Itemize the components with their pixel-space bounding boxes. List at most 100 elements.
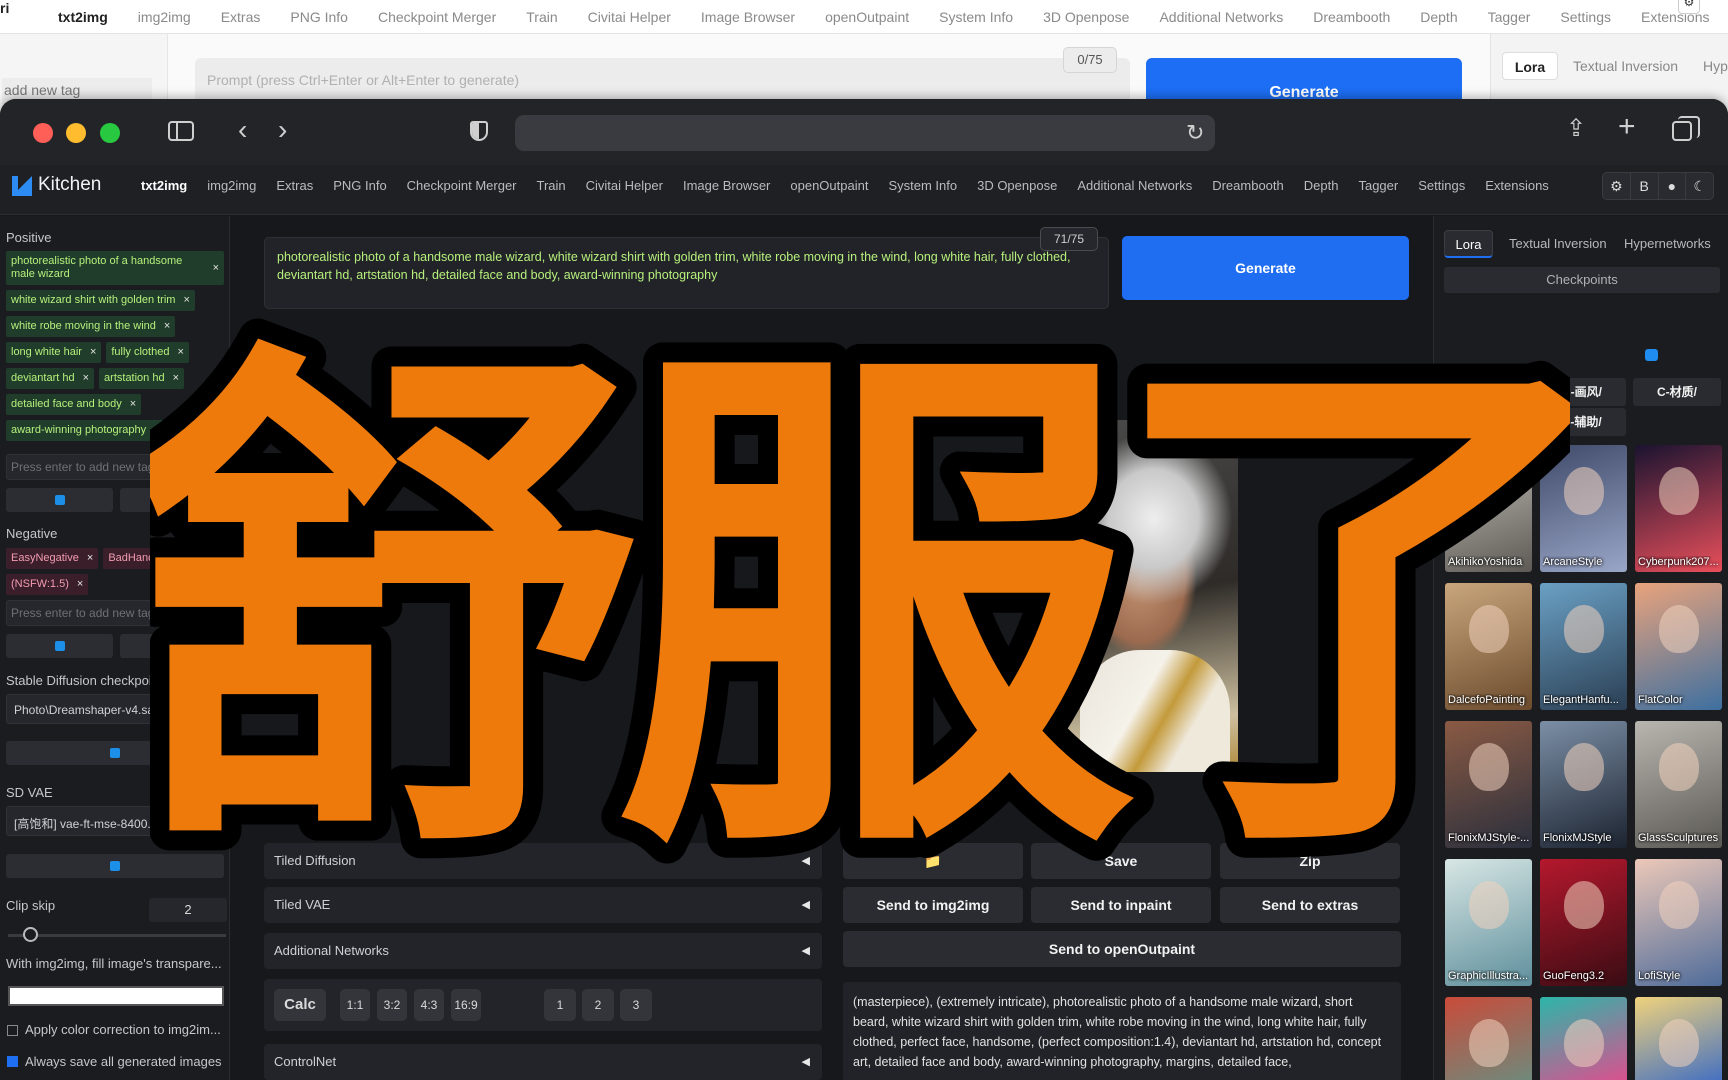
- ratio-button-3-2[interactable]: 3:2: [377, 989, 407, 1021]
- clip-skip-slider-thumb[interactable]: [22, 927, 38, 942]
- lora-card[interactable]: GlassSculptures: [1635, 721, 1722, 848]
- tab-extras[interactable]: Extras: [276, 178, 313, 193]
- section-tiled-vae[interactable]: Tiled VAE ◀: [264, 887, 822, 923]
- fill-color-picker[interactable]: [8, 986, 224, 1006]
- settings-icon[interactable]: ⚙: [1603, 173, 1631, 199]
- tab-extensions[interactable]: Extensions: [1485, 178, 1549, 193]
- github-icon[interactable]: ●: [1659, 173, 1687, 199]
- browser-titlebar: ‹ › ↻ ⇪ +: [0, 99, 1728, 165]
- ratio-button-16-9[interactable]: 16:9: [451, 989, 481, 1021]
- batch-button-3[interactable]: 3: [620, 989, 652, 1021]
- section-title: ControlNet: [274, 1054, 337, 1069]
- remove-tag-icon[interactable]: ×: [87, 552, 93, 565]
- positive-tag[interactable]: long white hair ×: [6, 342, 102, 363]
- positive-tag[interactable]: award-winning photography ×: [6, 420, 166, 441]
- positive-refresh-button[interactable]: [6, 488, 113, 512]
- negative-refresh-button[interactable]: [6, 634, 113, 658]
- tab-overview-icon[interactable]: [1672, 116, 1700, 141]
- clip-skip-input[interactable]: 2: [149, 898, 227, 922]
- window-minimize-button[interactable]: [66, 123, 86, 143]
- sidebar-toggle-icon[interactable]: [168, 121, 194, 141]
- section-controlnet[interactable]: ControlNet ◀: [264, 1044, 822, 1080]
- clip-skip-slider[interactable]: [8, 934, 226, 937]
- tab-img2img[interactable]: img2img: [207, 178, 256, 193]
- reload-icon[interactable]: ↻: [1186, 121, 1204, 145]
- send-to-extras-button[interactable]: Send to extras: [1220, 887, 1400, 923]
- address-bar[interactable]: [515, 115, 1215, 151]
- positive-tag[interactable]: detailed face and body ×: [6, 394, 142, 415]
- tab-train[interactable]: Train: [537, 178, 566, 193]
- tag-text: EasyNegative: [11, 552, 79, 564]
- tab-tagger[interactable]: Tagger: [1358, 178, 1398, 193]
- batch-button-2[interactable]: 2: [582, 989, 614, 1021]
- tab-hypernetworks[interactable]: Hypernetworks: [1624, 230, 1711, 258]
- tab-settings[interactable]: Settings: [1418, 178, 1465, 193]
- overlay-title: 舒服了: [105, 248, 1645, 931]
- send-to-openoutpaint-button[interactable]: Send to openOutpaint: [843, 931, 1401, 967]
- remove-tag-icon[interactable]: ×: [130, 398, 136, 411]
- lora-card[interactable]: FlatColor: [1635, 583, 1722, 710]
- lora-card-portrait: [1564, 1019, 1604, 1067]
- ratio-button-1-1[interactable]: 1:1: [340, 989, 370, 1021]
- tab-3d-openpose[interactable]: 3D Openpose: [977, 178, 1057, 193]
- tab-png-info[interactable]: PNG Info: [333, 178, 386, 193]
- calc-button[interactable]: Calc: [274, 989, 326, 1021]
- negative-tag[interactable]: (NSFW:1.5) ×: [6, 574, 89, 595]
- tab-civitai-helper[interactable]: Civitai Helper: [586, 178, 663, 193]
- folder-chip[interactable]: C-材质/: [1633, 378, 1721, 406]
- negative-tag[interactable]: EasyNegative ×: [6, 548, 99, 569]
- send-to-img2img-button[interactable]: Send to img2img: [843, 887, 1023, 923]
- section-additional-networks[interactable]: Additional Networks ◀: [264, 933, 822, 969]
- lora-card-title: GraphicIllustra...: [1448, 970, 1529, 982]
- always-save-checkbox[interactable]: [7, 1056, 18, 1067]
- tag-text: (NSFW:1.5): [11, 578, 69, 590]
- back-icon[interactable]: ‹: [238, 116, 247, 144]
- lora-card[interactable]: GraphicIllustra...: [1445, 859, 1532, 986]
- background-nav-item: Tagger: [1487, 8, 1531, 25]
- tag-text: award-winning photography: [11, 424, 147, 436]
- fill-transparency-label: With img2img, fill image's transpare...: [6, 956, 222, 971]
- tab-image-browser[interactable]: Image Browser: [683, 178, 770, 193]
- bold-icon[interactable]: B: [1631, 173, 1659, 199]
- background-nav-item: Dreambooth: [1313, 8, 1391, 25]
- remove-tag-icon[interactable]: ×: [77, 578, 83, 591]
- checkpoint-label: Stable Diffusion checkpoint: [6, 673, 163, 688]
- tab-system-info[interactable]: System Info: [888, 178, 957, 193]
- positive-tag[interactable]: deviantart hd ×: [6, 368, 95, 389]
- background-app-nav: ri txt2img img2img Extras PNG Info Check…: [0, 0, 1728, 34]
- lora-card[interactable]: [1635, 997, 1722, 1080]
- collapse-arrow-icon: ◀: [801, 1056, 810, 1068]
- tab-txt2img[interactable]: txt2img: [141, 178, 187, 193]
- tag-text: long white hair: [11, 346, 82, 358]
- lora-card[interactable]: Cyberpunk207...: [1635, 445, 1722, 572]
- tab-depth[interactable]: Depth: [1304, 178, 1339, 193]
- tab-dreambooth[interactable]: Dreambooth: [1212, 178, 1284, 193]
- tab-additional-networks[interactable]: Additional Networks: [1077, 178, 1192, 193]
- lora-card[interactable]: LofiStyle: [1635, 859, 1722, 986]
- refresh-icon[interactable]: [1645, 349, 1658, 361]
- send-to-inpaint-button[interactable]: Send to inpaint: [1031, 887, 1211, 923]
- background-tab-lora: Lora: [1502, 52, 1558, 80]
- tab-checkpoint-merger[interactable]: Checkpoint Merger: [407, 178, 517, 193]
- window-close-button[interactable]: [33, 123, 53, 143]
- lora-card[interactable]: [1540, 997, 1627, 1080]
- tab-openoutpaint[interactable]: openOutpaint: [790, 178, 868, 193]
- background-token-count: 0/75: [1063, 47, 1117, 73]
- lora-card-title: FlatColor: [1638, 694, 1683, 706]
- ratio-button-4-3[interactable]: 4:3: [414, 989, 444, 1021]
- background-nav-item: Settings: [1560, 8, 1612, 25]
- privacy-shield-icon[interactable]: [470, 121, 488, 141]
- window-maximize-button[interactable]: [100, 123, 120, 143]
- forward-icon[interactable]: ›: [278, 116, 287, 144]
- share-icon[interactable]: ⇪: [1566, 117, 1586, 141]
- theme-toggle-icon[interactable]: ☾: [1686, 173, 1713, 199]
- lora-card-portrait: [1564, 467, 1604, 515]
- lora-card[interactable]: [1445, 997, 1532, 1080]
- remove-tag-icon[interactable]: ×: [90, 346, 96, 359]
- color-correction-checkbox[interactable]: [7, 1025, 18, 1036]
- tag-text: detailed face and body: [11, 398, 122, 410]
- new-tab-icon[interactable]: +: [1618, 112, 1636, 142]
- batch-button-1[interactable]: 1: [544, 989, 576, 1021]
- lora-card[interactable]: GuoFeng3.2: [1540, 859, 1627, 986]
- remove-tag-icon[interactable]: ×: [83, 372, 89, 385]
